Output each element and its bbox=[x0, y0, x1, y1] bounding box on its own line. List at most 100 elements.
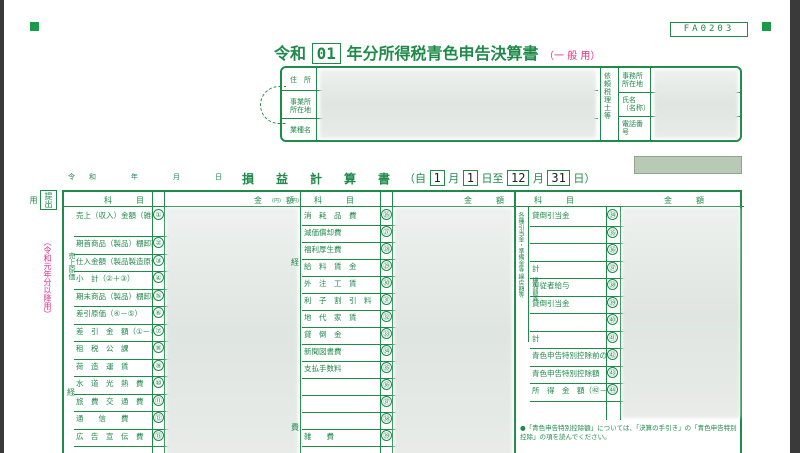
row-number: ① bbox=[153, 209, 164, 220]
row-label: 通 信 費 bbox=[76, 414, 129, 423]
row-number: ㉖ bbox=[381, 209, 392, 220]
label-address: 住 所 bbox=[290, 76, 311, 84]
row-number: ㊲ bbox=[607, 261, 618, 273]
row-number: ㉙ bbox=[381, 260, 392, 271]
row-number: ㉞ bbox=[381, 345, 392, 356]
row-number: ② bbox=[153, 237, 164, 248]
header-item-2: 科 目 bbox=[314, 196, 362, 205]
row-number: ㉟ bbox=[381, 362, 392, 373]
row-number: ⑤ bbox=[153, 289, 164, 301]
row-number: ㉜ bbox=[381, 311, 392, 322]
row-number: ⑩ bbox=[153, 377, 164, 388]
row-label: 貸 倒 金 bbox=[304, 330, 342, 339]
row-number: ㉞ bbox=[607, 209, 618, 220]
yen-unit: (円) bbox=[290, 198, 299, 204]
header-item-3: 科 目 bbox=[534, 196, 582, 205]
title-main: 年分所得税青色申告決算書 bbox=[346, 44, 539, 63]
period-to-label: 日至 bbox=[481, 172, 504, 185]
row-number: ⑧ bbox=[153, 342, 164, 353]
label-office: 事業所所在地 bbox=[290, 98, 311, 114]
to-month: 12 bbox=[506, 170, 530, 186]
from-day: 1 bbox=[462, 170, 478, 186]
row-label: 小 計（②＋③） bbox=[76, 274, 135, 283]
title-year: 01 bbox=[311, 43, 341, 64]
group-cost: 売上原価 bbox=[68, 252, 76, 280]
row-number: ㉟ bbox=[607, 226, 618, 238]
row-number: ④ bbox=[153, 272, 164, 283]
group-expense-2: 経 bbox=[291, 258, 299, 267]
row-number: ㊱ bbox=[607, 244, 618, 255]
row-label: 給 料 賃 金 bbox=[304, 262, 357, 271]
month-unit: 月 bbox=[448, 172, 460, 185]
row-label: 消 耗 品 費 bbox=[304, 211, 357, 220]
label-name: 氏名（名称） bbox=[622, 96, 650, 112]
row-label: 青色申告特別控除額 bbox=[532, 368, 600, 378]
blurred-amounts-2 bbox=[394, 208, 512, 453]
group-cost-2: 費 bbox=[291, 423, 299, 432]
row-label: 外 注 工 賃 bbox=[304, 279, 357, 288]
address-box: 住 所 事業所所在地 業種名 依頼税理士等 事務所所在地 氏名（名称） 電話番号 bbox=[280, 66, 742, 142]
row-label: 貸倒引当金 bbox=[532, 211, 570, 220]
corner-mark bbox=[30, 22, 39, 31]
row-label: 計 bbox=[532, 263, 540, 273]
label-phone: 電話番号 bbox=[622, 120, 643, 136]
row-label: 所 得 金 額（㊷－㊸） bbox=[532, 386, 606, 395]
row-number: ③ bbox=[153, 254, 164, 266]
to-day: 31 bbox=[547, 170, 570, 186]
row-number: ㊳ bbox=[607, 279, 618, 290]
row-number: ㉚ bbox=[381, 277, 392, 288]
row-label: 新聞図書費 bbox=[304, 347, 342, 356]
label-tax-accountant: 依頼税理士等 bbox=[604, 72, 611, 120]
row-label: 雑 費 bbox=[304, 432, 334, 441]
blurred-amounts-1 bbox=[166, 208, 298, 453]
form-id: FA0203 bbox=[670, 22, 748, 37]
row-label: 福利厚生費 bbox=[304, 245, 342, 254]
row-label: 水 道 光 熱 費 bbox=[76, 379, 144, 388]
title-sub: （一 般 用） bbox=[544, 51, 601, 62]
row-number: ㊴ bbox=[607, 296, 618, 308]
pl-table: 科 目 金 額 (円) 売上（収入）金額（雑収入を含む）① 期首商品（製品）棚卸高… bbox=[62, 190, 744, 453]
row-label: 広 告 宣 伝 費 bbox=[76, 431, 144, 441]
row-number: ⑬ bbox=[153, 429, 164, 441]
blurred-info bbox=[320, 70, 596, 138]
row-number: ㊹ bbox=[607, 384, 618, 395]
row-number: ㉗ bbox=[381, 226, 392, 237]
period: （自 1 月 1 日至 12 月 31 日） bbox=[404, 170, 595, 186]
label-industry: 業種名 bbox=[290, 126, 311, 134]
header-amount-3: 金 額 bbox=[664, 196, 712, 205]
deduction-note: ●「青色申告特別控除額」については、「決算の手引き」の「青色申告特別控除」の項を… bbox=[520, 424, 737, 441]
row-label: 利 子 割 引 料 bbox=[304, 296, 372, 305]
blurred-amounts-3 bbox=[622, 208, 740, 418]
row-label: 地 代 家 賃 bbox=[304, 313, 357, 322]
blurred-accountant bbox=[654, 70, 738, 138]
period-end: 日） bbox=[573, 172, 596, 185]
row-label: 仕入金額（製品製造原価） bbox=[76, 256, 152, 266]
row-number: ⑫ bbox=[153, 412, 164, 423]
row-number: ㊴ bbox=[381, 430, 392, 441]
label-office-addr: 事務所所在地 bbox=[622, 72, 643, 88]
row-number: ㉘ bbox=[381, 243, 392, 254]
row-label: 期首商品（製品）棚卸高 bbox=[76, 239, 152, 248]
period-from-label: （自 bbox=[404, 172, 426, 185]
row-label: 青色申告特別控除前の所得金額（㉝＋㊲－㊶） bbox=[532, 351, 606, 360]
form-title: 令和 01 年分所得税青色申告決算書 （一 般 用） bbox=[274, 40, 600, 64]
date-line: 令和 年 月 日 bbox=[68, 173, 236, 181]
row-number: ㊸ bbox=[607, 366, 618, 378]
row-number: ⑥ bbox=[153, 307, 164, 318]
header-amount-2: 金 額 bbox=[464, 196, 512, 205]
row-label: 期末商品（製品）棚卸高 bbox=[76, 291, 152, 301]
row-number: ㊳ bbox=[381, 413, 392, 424]
row-number: ⑦ bbox=[153, 324, 164, 336]
corner-mark bbox=[762, 22, 771, 31]
row-number: ㉝ bbox=[381, 328, 392, 339]
row-number: ㊱ bbox=[381, 379, 392, 390]
yen-unit: (円) bbox=[272, 198, 281, 204]
row-label: 支払手数料 bbox=[304, 364, 342, 373]
row-number: ⑨ bbox=[153, 359, 164, 371]
row-label: 売上（収入）金額（雑収入を含む） bbox=[76, 211, 152, 220]
title-prefix: 令和 bbox=[274, 44, 307, 63]
group-transfer: 繰入額等 bbox=[531, 277, 538, 301]
version-note: （令和元年分以降用） bbox=[43, 238, 52, 318]
row-label: 荷 造 運 賃 bbox=[76, 361, 129, 371]
row-number: ⑪ bbox=[153, 394, 164, 406]
